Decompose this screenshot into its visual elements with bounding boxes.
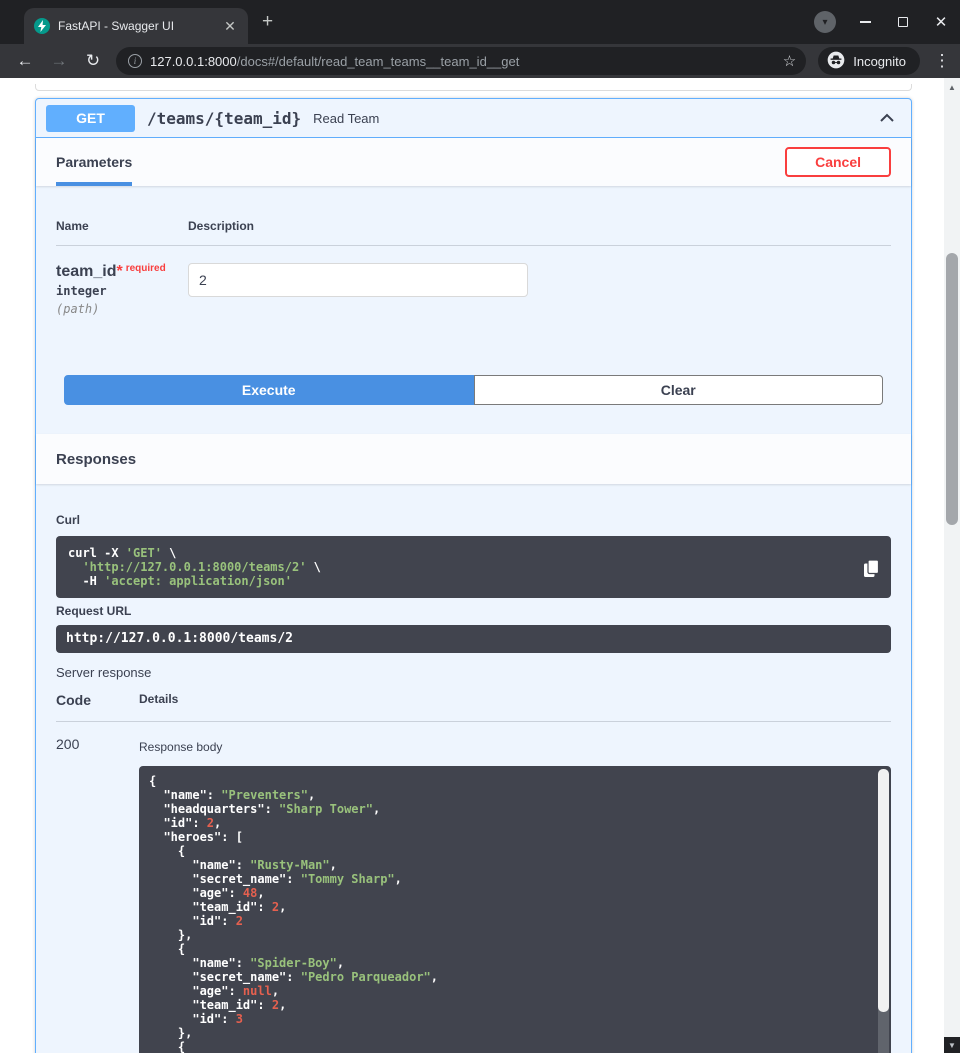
browser-window: FastAPI - Swagger UI ✕ + ▾ ✕ ← → ↻ i 127…: [0, 0, 960, 1053]
page-info-icon[interactable]: i: [128, 54, 142, 68]
opblock-get-teams: GET /teams/{team_id} Read Team Parameter…: [35, 98, 912, 1053]
fastapi-favicon-icon: [34, 18, 50, 34]
scrollbar-up-icon[interactable]: ▲: [944, 80, 960, 94]
code-line: curl -X 'GET' \: [68, 546, 879, 560]
code-line: "team_id": 2,: [149, 900, 867, 914]
clear-button[interactable]: Clear: [474, 375, 884, 405]
column-description-header: Description: [188, 219, 254, 233]
parameter-type: integer: [56, 284, 188, 298]
parameters-table-header: Name Description: [56, 206, 891, 246]
execute-row: Execute Clear: [64, 375, 883, 405]
response-details-cell: Response body { "name": "Preventers", "h…: [139, 736, 891, 1053]
copy-to-clipboard-icon[interactable]: [859, 556, 883, 580]
team-id-input[interactable]: [188, 263, 528, 297]
code-line: {: [149, 844, 867, 858]
code-line: "name": "Rusty-Man",: [149, 858, 867, 872]
address-bar[interactable]: i 127.0.0.1:8000/docs#/default/read_team…: [116, 47, 806, 75]
code-line: "team_id": 2,: [149, 998, 867, 1012]
maximize-button[interactable]: [894, 11, 912, 33]
parameter-name: team_id*required: [56, 263, 188, 281]
minimize-button[interactable]: [856, 11, 874, 33]
back-button[interactable]: ←: [14, 51, 36, 71]
required-star: *: [116, 263, 122, 280]
code-line: "heroes": [: [149, 830, 867, 844]
close-button[interactable]: ✕: [932, 11, 950, 33]
responses-title: Responses: [56, 451, 136, 468]
collapse-chevron-icon[interactable]: [877, 108, 897, 128]
response-row: 200 Response body { "name": "Preventers"…: [56, 722, 891, 1053]
browser-tab[interactable]: FastAPI - Swagger UI ✕: [24, 8, 248, 44]
request-url-block: http://127.0.0.1:8000/teams/2: [56, 625, 891, 653]
response-body-scrollbar[interactable]: [878, 769, 889, 1053]
tab-title: FastAPI - Swagger UI: [58, 19, 214, 33]
code-line: {: [149, 1040, 867, 1053]
column-code-header: Code: [56, 692, 139, 708]
url-text: 127.0.0.1:8000/docs#/default/read_team_t…: [150, 54, 775, 69]
page-scrollbar-thumb[interactable]: [946, 253, 958, 525]
browser-toolbar: ← → ↻ i 127.0.0.1:8000/docs#/default/rea…: [0, 44, 960, 78]
execute-button[interactable]: Execute: [64, 375, 474, 405]
code-line: "headquarters": "Sharp Tower",: [149, 802, 867, 816]
code-line: {: [149, 942, 867, 956]
code-line: 'http://127.0.0.1:8000/teams/2' \: [68, 560, 879, 574]
code-line: -H 'accept: application/json': [68, 574, 879, 588]
curl-label: Curl: [56, 513, 891, 527]
curl-code-block: curl -X 'GET' \ 'http://127.0.0.1:8000/t…: [56, 536, 891, 598]
required-label: required: [126, 263, 166, 274]
parameters-container: Name Description team_id*required intege…: [36, 186, 911, 434]
tab-parameters[interactable]: Parameters: [56, 138, 132, 186]
code-line: },: [149, 1026, 867, 1040]
page-content: GET /teams/{team_id} Read Team Parameter…: [0, 78, 944, 1053]
code-line: "id": 2: [149, 914, 867, 928]
incognito-icon: [826, 50, 846, 73]
opblock-summary[interactable]: GET /teams/{team_id} Read Team: [36, 99, 911, 138]
method-badge: GET: [46, 105, 135, 132]
code-line: "secret_name": "Tommy Sharp",: [149, 872, 867, 886]
previous-block-edge: [35, 84, 912, 91]
code-line: {: [149, 774, 867, 788]
incognito-badge: Incognito: [818, 47, 920, 75]
parameter-meta: team_id*required integer (path): [56, 263, 188, 316]
response-body-scrollbar-thumb[interactable]: [878, 769, 889, 1012]
forward-button[interactable]: →: [48, 51, 70, 71]
endpoint-path: /teams/{team_id}: [147, 109, 301, 128]
server-response-label: Server response: [56, 665, 891, 680]
column-name-header: Name: [56, 219, 188, 233]
column-details-header: Details: [139, 692, 178, 708]
response-body-block: { "name": "Preventers", "headquarters": …: [139, 766, 891, 1053]
url-host: 127.0.0.1:8000: [150, 54, 237, 69]
parameter-location: (path): [56, 302, 188, 316]
code-line: "age": 48,: [149, 886, 867, 900]
new-tab-button[interactable]: +: [262, 13, 273, 31]
url-path: /docs#/default/read_team_teams__team_id_…: [237, 54, 520, 69]
code-line: "name": "Preventers",: [149, 788, 867, 802]
reload-button[interactable]: ↻: [82, 51, 104, 71]
code-line: },: [149, 928, 867, 942]
code-line: "id": 2,: [149, 816, 867, 830]
responses-inner: Curl curl -X 'GET' \ 'http://127.0.0.1:8…: [36, 484, 911, 1053]
tab-search-button[interactable]: ▾: [814, 11, 836, 33]
parameter-row: team_id*required integer (path): [56, 246, 891, 316]
tab-strip: FastAPI - Swagger UI ✕ + ▾ ✕: [0, 0, 960, 44]
incognito-label: Incognito: [853, 54, 906, 69]
bookmark-star-icon[interactable]: ☆: [783, 52, 796, 70]
responses-header: Responses: [36, 434, 911, 484]
window-controls: ▾ ✕: [814, 10, 950, 34]
browser-menu-icon[interactable]: ⋮: [932, 51, 952, 71]
parameter-value-cell: [188, 263, 528, 316]
code-line: "id": 3: [149, 1012, 867, 1026]
code-line: "name": "Spider-Boy",: [149, 956, 867, 970]
endpoint-summary: Read Team: [313, 111, 379, 126]
page-scrollbar[interactable]: ▲ ▼: [944, 78, 960, 1053]
code-line: "age": null,: [149, 984, 867, 998]
request-url-label: Request URL: [56, 604, 891, 618]
response-table-header: Code Details: [56, 692, 891, 722]
tab-close-icon[interactable]: ✕: [222, 18, 238, 35]
response-body-label: Response body: [139, 736, 891, 754]
cancel-button[interactable]: Cancel: [785, 147, 891, 177]
parameters-header: Parameters Cancel: [36, 138, 911, 186]
code-line: "secret_name": "Pedro Parqueador",: [149, 970, 867, 984]
status-code: 200: [56, 736, 139, 1053]
scrollbar-down-icon[interactable]: ▼: [944, 1037, 960, 1053]
